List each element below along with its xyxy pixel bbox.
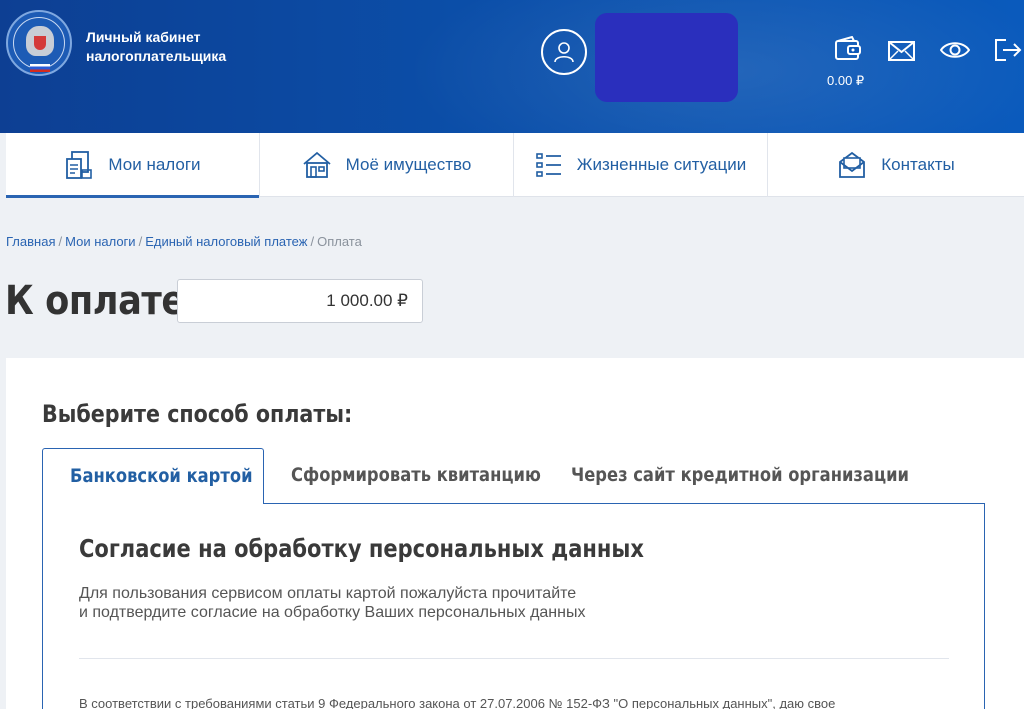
cabinet-title-line1: Личный кабинет xyxy=(86,29,201,45)
nav-item-label: Моё имущество xyxy=(345,155,472,174)
wallet-icon[interactable] xyxy=(834,36,862,62)
breadcrumb-separator: / xyxy=(310,234,315,249)
tab-label: Сформировать квитанцию xyxy=(291,464,541,486)
tab-generate-receipt[interactable]: Сформировать квитанцию xyxy=(291,448,582,504)
breadcrumb-separator: / xyxy=(138,234,143,249)
cabinet-title[interactable]: Личный кабинет налогоплательщика xyxy=(86,28,226,66)
shield-icon xyxy=(34,36,46,50)
mail-icon[interactable] xyxy=(888,41,915,61)
breadcrumb-unified-payment-link[interactable]: Единый налоговый платеж xyxy=(145,234,307,249)
flag-icon xyxy=(30,64,50,72)
tax-documents-icon xyxy=(66,151,93,179)
header: Личный кабинет налогоплательщика 0.00 ₽ xyxy=(0,0,1024,133)
consent-law-text: В соответствии с требованиями статьи 9 Ф… xyxy=(79,696,836,709)
nav-item-life-situations[interactable]: Жизненные ситуации xyxy=(514,133,768,197)
contacts-icon xyxy=(839,151,866,178)
user-name-redacted[interactable] xyxy=(595,13,738,102)
fns-emblem-logo[interactable] xyxy=(6,10,72,76)
amount-field[interactable]: 1 000.00 ₽ xyxy=(177,279,423,323)
nav-item-label: Контакты xyxy=(881,155,955,174)
breadcrumb-my-taxes-link[interactable]: Мои налоги xyxy=(65,234,135,249)
user-avatar-button[interactable] xyxy=(541,29,587,75)
tab-bank-card[interactable]: Банковской картой xyxy=(42,448,264,504)
breadcrumb-separator: / xyxy=(58,234,63,249)
tab-credit-organization[interactable]: Через сайт кредитной организации xyxy=(571,448,964,504)
nav-item-label: Жизненные ситуации xyxy=(576,155,747,174)
divider xyxy=(79,658,949,659)
consent-description-line1: Для пользования сервисом оплаты картой п… xyxy=(79,585,577,602)
consent-panel: Согласие на обработку персональных данны… xyxy=(42,503,985,709)
breadcrumb-current: Оплата xyxy=(317,234,362,249)
user-icon xyxy=(554,42,574,63)
tab-label: Через сайт кредитной организации xyxy=(571,464,909,486)
page-title: К оплате: xyxy=(5,278,199,324)
property-icon xyxy=(303,151,331,178)
nav-item-my-taxes[interactable]: Мои налоги xyxy=(6,133,260,198)
cabinet-title-line2: налогоплательщика xyxy=(86,48,227,64)
breadcrumb-home-link[interactable]: Главная xyxy=(6,234,55,249)
tab-label: Банковской картой xyxy=(70,465,253,487)
breadcrumb: Главная / Мои налоги / Единый налоговый плат… xyxy=(6,234,362,249)
list-icon xyxy=(535,153,561,177)
payment-method-card: Выберите способ оплаты: Банковской карто… xyxy=(6,358,1024,709)
nav-item-label: Мои налоги xyxy=(108,155,201,174)
consent-description: Для пользования сервисом оплаты картой п… xyxy=(79,584,585,622)
main-nav: Мои налоги Моё имущество Жизненные ситуа… xyxy=(6,133,1024,198)
nav-item-my-property[interactable]: Моё имущество xyxy=(260,133,514,197)
consent-title: Согласие на обработку персональных данны… xyxy=(79,534,644,563)
consent-description-line2: и подтвердите согласие на обработку Ваши… xyxy=(79,604,586,621)
logout-icon[interactable] xyxy=(994,38,1022,62)
balance-amount: 0.00 ₽ xyxy=(827,73,865,88)
nav-item-contacts[interactable]: Контакты xyxy=(768,133,1024,197)
eye-icon[interactable] xyxy=(940,40,970,60)
payment-method-heading: Выберите способ оплаты: xyxy=(42,400,353,428)
